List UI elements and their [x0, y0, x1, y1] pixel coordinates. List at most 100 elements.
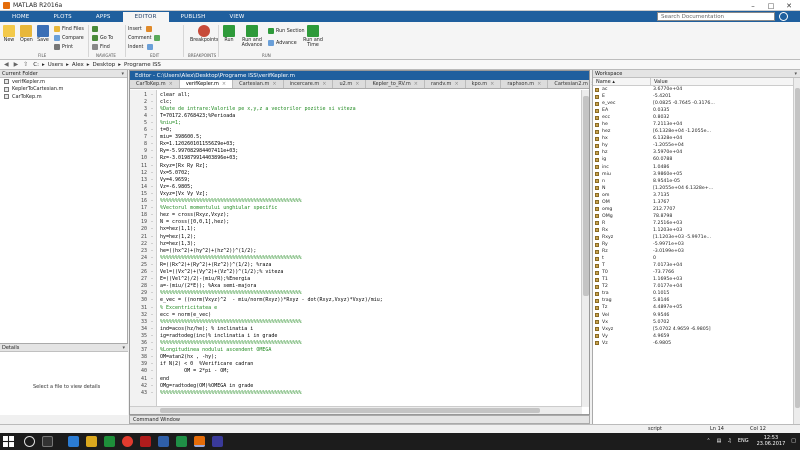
app-icon[interactable] — [212, 436, 223, 447]
scrollbar-thumb[interactable] — [795, 88, 800, 408]
code-line[interactable]: 12- Vx=5.0702; — [130, 169, 190, 176]
workspace-variable-row[interactable]: Vx 5.0702 — [593, 319, 800, 326]
code-line[interactable]: 2- clc; — [130, 98, 172, 105]
workspace-variable-row[interactable]: hy -1.2055e+04 — [593, 142, 800, 149]
workspace-variable-row[interactable]: Tz 4.4897e+05 — [593, 304, 800, 311]
panel-menu-icon[interactable]: ▾ — [122, 345, 125, 351]
tray-chevron-icon[interactable]: ⌃ — [706, 438, 710, 444]
language-indicator[interactable]: ENG — [738, 438, 749, 444]
open-button[interactable]: Open — [20, 25, 33, 43]
workspace-variable-row[interactable]: Vy 4.9659 — [593, 333, 800, 340]
breakpoint-marker[interactable]: - — [147, 226, 157, 232]
code-line[interactable]: 19- N = cross([0,0,1],hez); — [130, 219, 229, 226]
breakpoint-marker[interactable]: - — [147, 305, 157, 311]
code-line[interactable]: 29-%%%%%%%%%%%%%%%%%%%%%%%%%%%%%%%%%%%%%… — [130, 290, 302, 297]
insert-button[interactable]: Insert — [128, 26, 154, 32]
scrollbar-thumb[interactable] — [583, 96, 589, 296]
navigate-back-icon[interactable] — [92, 26, 100, 32]
editor-tab[interactable]: u2.m × — [333, 80, 367, 88]
workspace-variable-row[interactable]: tra 0.1015 — [593, 290, 800, 297]
close-tab-icon[interactable]: × — [222, 81, 226, 87]
workspace-variable-row[interactable]: T1 1.1695e+03 — [593, 276, 800, 283]
editor-tab[interactable]: Cartesian.m × — [233, 80, 284, 88]
breakpoint-marker[interactable]: - — [147, 354, 157, 360]
code-line[interactable]: 16-%%%%%%%%%%%%%%%%%%%%%%%%%%%%%%%%%%%%%… — [130, 198, 302, 205]
command-window-bar[interactable]: Command Window — [129, 415, 590, 424]
code-line[interactable]: 39- if N(2) < 0 %Verificare cadran — [130, 361, 253, 368]
code-line[interactable]: 32- ecc = norm(e_vec) — [130, 311, 211, 318]
breakpoint-marker[interactable]: - — [147, 326, 157, 332]
print-button[interactable]: Print — [54, 44, 73, 50]
workspace-variable-row[interactable]: t0 — [593, 255, 800, 262]
code-line[interactable]: 24-%%%%%%%%%%%%%%%%%%%%%%%%%%%%%%%%%%%%%… — [130, 254, 302, 261]
workspace-variable-row[interactable]: Ry -5.9971e+03 — [593, 241, 800, 248]
word-icon[interactable] — [158, 436, 169, 447]
code-line[interactable]: 26- Vel=((Vx^2)+(Vy^2)+(Vz^2))^(1/2);% vi… — [130, 269, 283, 276]
path-segment[interactable]: Programe ISS — [124, 62, 161, 68]
breakpoint-marker[interactable]: - — [147, 120, 157, 126]
workspace-variable-row[interactable]: OM 1.3767 — [593, 199, 800, 206]
breakpoint-marker[interactable]: - — [147, 170, 157, 176]
run-and-time-button[interactable]: Run and Time — [302, 25, 324, 48]
close-tab-icon[interactable]: × — [272, 81, 276, 87]
code-line[interactable]: 33-%%%%%%%%%%%%%%%%%%%%%%%%%%%%%%%%%%%%%… — [130, 318, 302, 325]
code-line[interactable]: 30- e_vec = ((norm(Vxyz)^2 - miu/norm(Rxy… — [130, 297, 383, 304]
code-line[interactable]: 14- Vz=-6.9805; — [130, 183, 193, 190]
editor-tab[interactable]: Kepler_to_RV.m × — [366, 80, 425, 88]
scrollbar-thumb[interactable] — [160, 408, 540, 413]
breakpoint-marker[interactable]: - — [147, 219, 157, 225]
close-tab-icon[interactable]: × — [414, 81, 418, 87]
code-line[interactable]: 43-%%%%%%%%%%%%%%%%%%%%%%%%%%%%%%%%%%%%%… — [130, 389, 302, 396]
breakpoint-marker[interactable]: - — [147, 255, 157, 261]
close-tab-icon[interactable]: × — [490, 81, 494, 87]
close-tab-icon[interactable]: × — [537, 81, 541, 87]
code-line[interactable]: 28- a=-(miu/(2*E)); %Axa semi-majora — [130, 283, 256, 290]
matlab-taskbar-icon[interactable] — [194, 436, 205, 447]
editor-tab[interactable]: kpo.m × — [466, 80, 502, 88]
run-button[interactable]: Run — [223, 25, 235, 43]
breakpoint-marker[interactable]: - — [147, 241, 157, 247]
workspace-variable-row[interactable]: T0 -73.7766 — [593, 269, 800, 276]
code-line[interactable]: 34- ind=acos(hz/he); % inclinatia i — [130, 325, 253, 332]
comment-button[interactable]: Comment — [128, 35, 162, 41]
column-header-value[interactable]: Value — [651, 78, 668, 85]
workspace-variable-row[interactable]: he 7.2113e+04 — [593, 121, 800, 128]
code-line[interactable]: 40- OM = 2*pi - OM; — [130, 368, 229, 375]
breakpoint-marker[interactable]: - — [147, 127, 157, 133]
code-line[interactable]: 4- T=70172.6768423;%Perioada — [130, 112, 235, 119]
breakpoint-marker[interactable]: - — [147, 234, 157, 240]
workspace-variable-row[interactable]: miu 3.9860e+05 — [593, 171, 800, 178]
workspace-variable-row[interactable]: trag 5.8146 — [593, 297, 800, 304]
breakpoint-marker[interactable]: - — [147, 390, 157, 396]
code-area[interactable]: 1- clear all; 2- clc; 3- %Date de intrare:Val… — [130, 90, 582, 407]
code-line[interactable]: 9- Ry=-5.997082984407411e+03; — [130, 148, 238, 155]
tab-plots[interactable]: PLOTS — [42, 12, 84, 22]
breakpoint-marker[interactable]: - — [147, 276, 157, 282]
breakpoint-marker[interactable]: - — [147, 177, 157, 183]
code-line[interactable]: 37- %Longitudinea nodului ascendent OMEGA — [130, 347, 271, 354]
breakpoint-marker[interactable]: - — [147, 262, 157, 268]
file-explorer-icon[interactable] — [86, 436, 97, 447]
breakpoint-marker[interactable]: - — [147, 319, 157, 325]
workspace-variable-row[interactable]: om 3.7135 — [593, 192, 800, 199]
workspace-variable-row[interactable]: Vel 9.9546 — [593, 312, 800, 319]
excel-icon[interactable] — [176, 436, 187, 447]
tab-publish[interactable]: PUBLISH — [169, 12, 218, 22]
workspace-variable-row[interactable]: R 7.2516e+03 — [593, 220, 800, 227]
close-tab-icon[interactable]: × — [355, 81, 359, 87]
code-line[interactable]: 38- OM=atan2(hx , -hy); — [130, 354, 217, 361]
code-line[interactable]: 6- t=0; — [130, 127, 172, 134]
path-segment[interactable]: Alex — [72, 62, 84, 68]
breakpoint-marker[interactable]: - — [147, 290, 157, 296]
breakpoints-button[interactable]: Breakpoints — [190, 25, 219, 43]
workspace-variable-row[interactable]: Rxyz [1.1203e+03 -5.9971e... — [593, 234, 800, 241]
edge-browser-icon[interactable] — [68, 436, 79, 447]
workspace-variable-row[interactable]: ecc 0.8032 — [593, 114, 800, 121]
search-documentation-input[interactable]: Search Documentation — [657, 12, 775, 21]
code-line[interactable]: 22- hz=hez(1,3); — [130, 240, 196, 247]
workspace-variable-row[interactable]: hz 3.5970e+04 — [593, 149, 800, 156]
close-tab-icon[interactable]: × — [322, 81, 326, 87]
volume-icon[interactable]: ♫ — [727, 438, 731, 444]
path-segment[interactable]: Desktop — [93, 62, 116, 68]
back-arrow-icon[interactable]: ◀ — [4, 61, 9, 68]
